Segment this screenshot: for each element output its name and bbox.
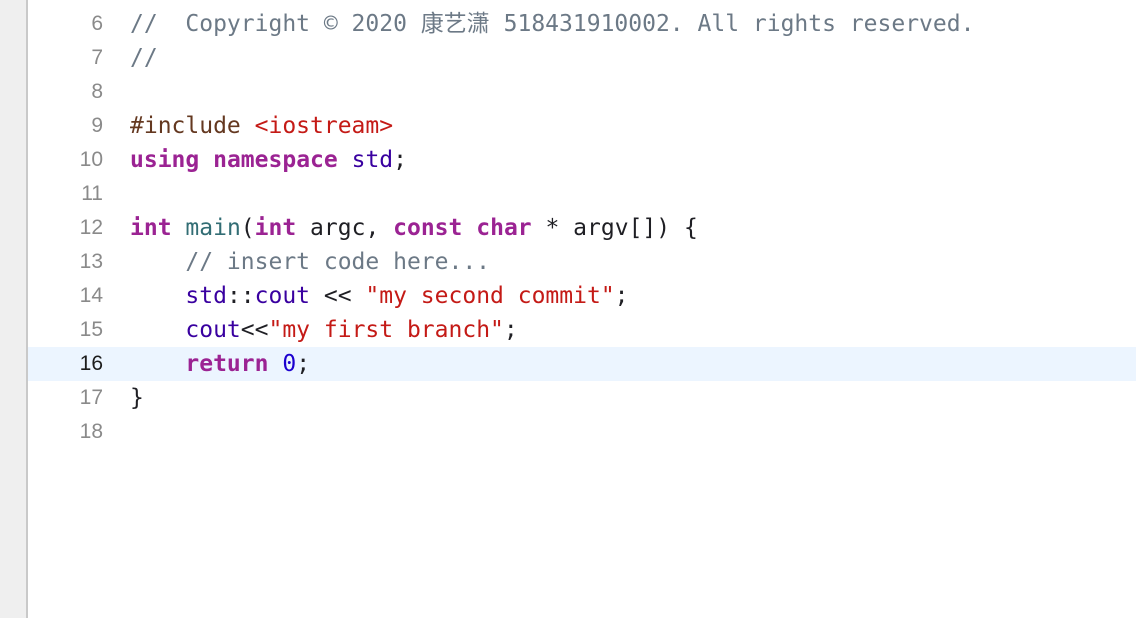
code-token: using [130,147,200,173]
code-token: << [310,283,366,309]
code-token: #include [130,113,255,139]
code-token: cout [254,283,311,309]
code-token: ; [614,283,629,309]
code-text[interactable]: // [130,41,158,75]
code-line[interactable]: 8 [28,75,1136,109]
code-line[interactable]: 7 // [28,41,1136,75]
code-token: int [130,215,172,241]
code-token: :: [226,283,255,309]
code-line[interactable]: 9 #include <iostream> [28,109,1136,143]
line-number: 15 [79,318,103,341]
code-text[interactable]: #include <iostream> [130,109,393,143]
line-number: 13 [79,250,103,273]
code-token: std [185,283,227,309]
code-token: ; [393,147,407,173]
code-token: 0 [282,351,297,377]
line-number: 6 [91,12,103,35]
code-text[interactable]: } [130,381,144,415]
code-token: } [130,385,144,411]
code-token: // insert code here... [185,249,491,275]
code-token: argc, [296,215,394,241]
line-number: 10 [79,148,103,171]
code-token: ( [240,215,255,241]
code-text[interactable]: std::cout << "my second commit"; [130,279,629,313]
code-text[interactable]: int main(int argc, const char * argv[]) … [130,211,698,245]
line-number: 12 [79,216,103,239]
code-token: const [393,215,463,241]
code-line[interactable]: 16 return 0; [28,347,1136,381]
code-token: namespace [213,147,338,173]
code-line[interactable]: 17} [28,381,1136,415]
code-token: * argv[]) { [531,215,698,241]
code-text[interactable]: cout<<"my first branch"; [130,313,518,347]
line-number: 9 [91,114,103,137]
code-token: <iostream> [254,113,394,139]
code-line[interactable]: 18 [28,415,1136,449]
line-number: 14 [79,284,103,307]
code-line[interactable]: 10 using namespace std; [28,143,1136,177]
line-number: 18 [79,420,103,443]
code-line[interactable]: 14 std::cout << "my second commit"; [28,279,1136,313]
code-text[interactable]: return 0; [130,347,310,381]
code-token: char [476,215,532,241]
code-editor[interactable]: 6 // Copyright © 2020 康艺潇 518431910002. A… [28,0,1136,618]
line-number: 11 [81,182,103,205]
code-token: return [185,351,269,377]
code-token: // [130,45,158,71]
line-number: 16 [79,352,103,375]
line-number: 17 [79,386,103,409]
code-line[interactable]: 15 cout<<"my first branch"; [28,313,1136,347]
line-number: 8 [91,80,103,103]
code-token: std [351,147,394,173]
code-text[interactable]: // Copyright © 2020 康艺潇 518431910002. Al… [130,7,974,41]
code-token: int [254,215,297,241]
code-line[interactable]: 13 // insert code here... [28,245,1136,279]
code-line[interactable]: 11 [28,177,1136,211]
code-token: ; [503,317,518,343]
line-number: 7 [91,46,103,69]
code-text[interactable]: using namespace std; [130,143,407,177]
code-token: << [240,317,269,343]
code-token: ; [296,351,311,377]
code-line[interactable]: 6 // Copyright © 2020 康艺潇 518431910002. A… [28,7,1136,41]
code-token: // Copyright © 2020 康艺潇 518431910002. Al… [130,11,975,37]
code-token: "my second commit" [365,283,615,309]
code-text[interactable]: // insert code here... [130,245,490,279]
code-token: cout [185,317,241,343]
code-token: main [185,215,241,241]
navigator-edge [0,0,28,618]
code-line[interactable]: 12 int main(int argc, const char * argv[]… [28,211,1136,245]
code-token: "my first branch" [268,317,504,343]
